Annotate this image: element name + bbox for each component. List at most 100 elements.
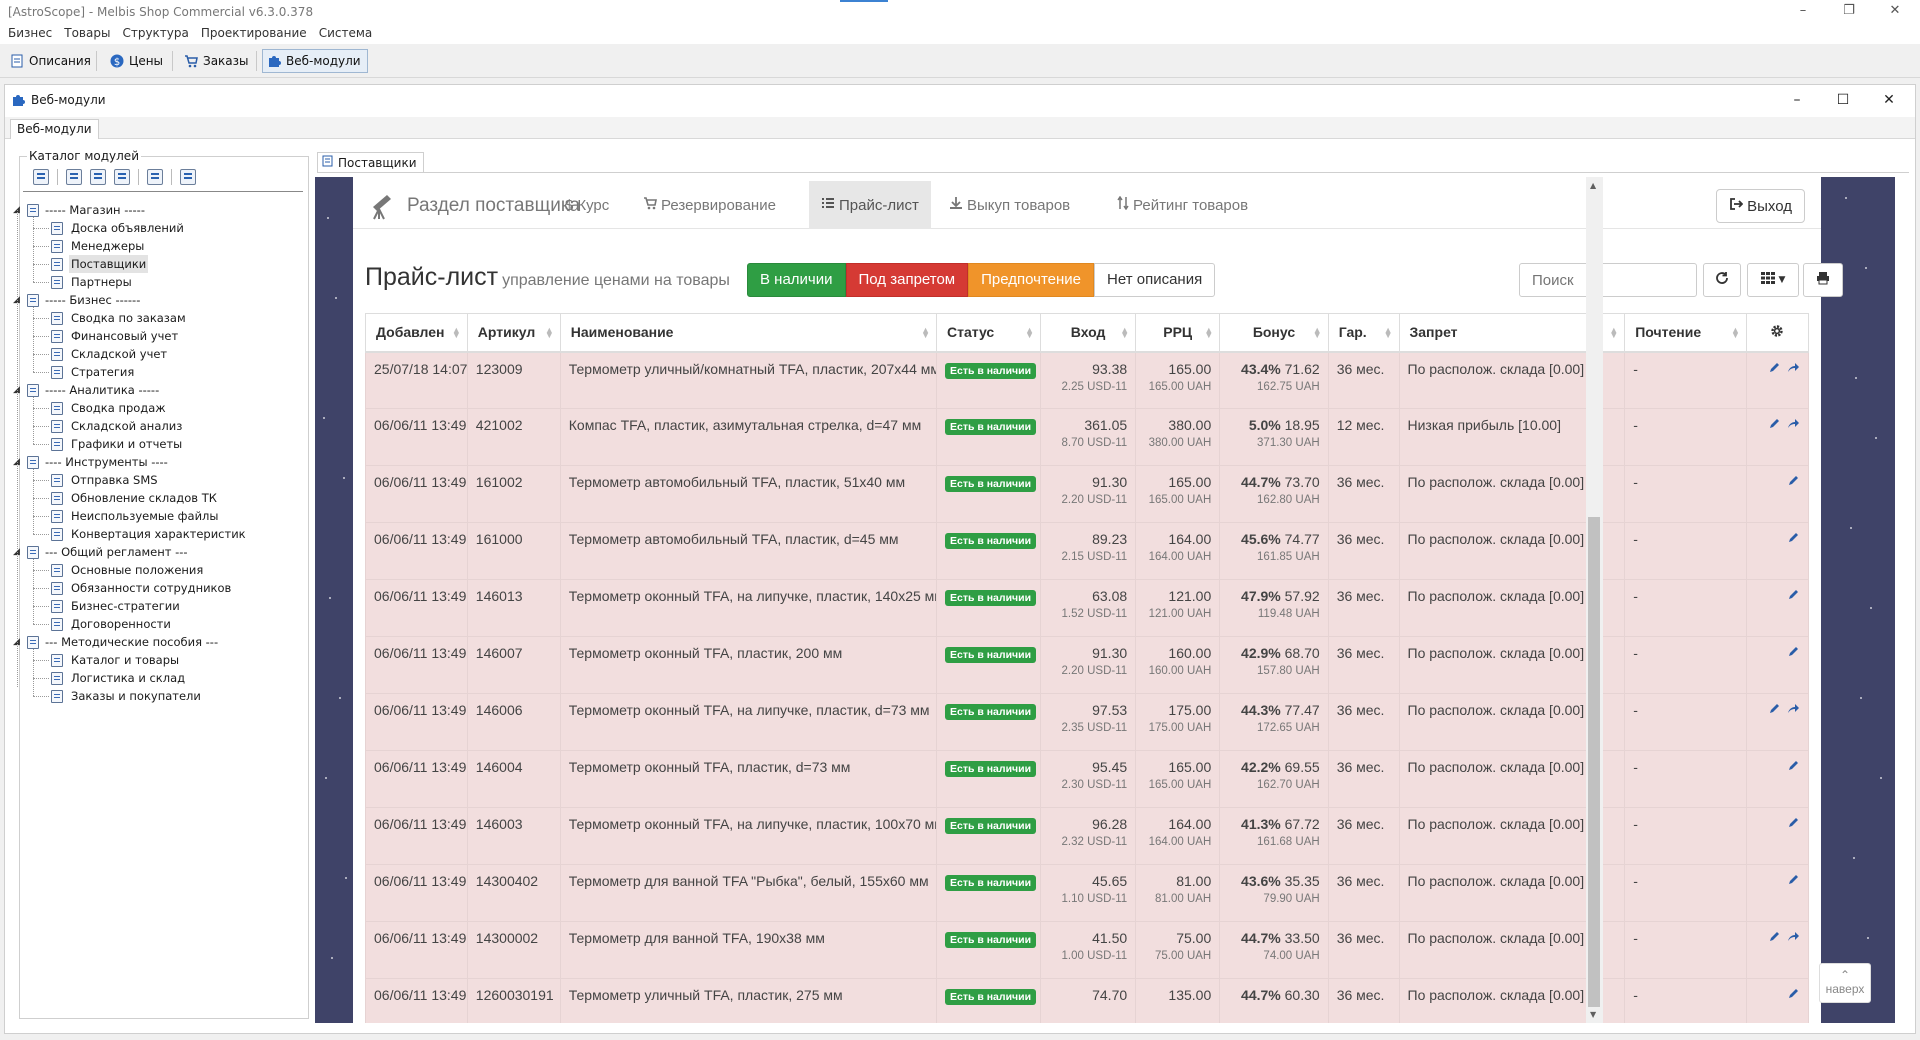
tree-item[interactable]: Логистика и склад — [13, 669, 293, 687]
columns-dropdown-button[interactable]: ▼ — [1747, 263, 1799, 297]
tree-group[interactable]: ◢ ----- Магазин ----- — [13, 201, 293, 219]
minimize-icon[interactable]: – — [1780, 0, 1826, 24]
nav-pricelist[interactable]: Прайс-лист — [809, 181, 931, 229]
tree-item[interactable]: Сводка продаж — [13, 399, 293, 417]
inner-close-icon[interactable]: ✕ — [1869, 89, 1909, 111]
filter-banned-button[interactable]: Под запретом — [845, 263, 969, 297]
toolbar-descriptions-button[interactable]: Описания — [6, 49, 97, 73]
tree-item[interactable]: Поставщики — [13, 255, 293, 273]
tree-item[interactable]: Сводка по заказам — [13, 309, 293, 327]
scroll-to-top-button[interactable]: ⌃ наверх — [1819, 963, 1871, 1003]
scrollbar-thumb[interactable] — [1588, 517, 1600, 1007]
restore-icon[interactable]: ❐ — [1826, 0, 1872, 24]
pencil-icon[interactable] — [1787, 873, 1800, 886]
module-icon — [51, 276, 63, 289]
tree-item[interactable]: Каталог и товары — [13, 651, 293, 669]
nav-rate[interactable]: $ Курс — [553, 181, 621, 229]
tree-item[interactable]: Обязанности сотрудников — [13, 579, 293, 597]
nav-reservation[interactable]: Резервирование — [631, 181, 788, 229]
tree-group[interactable]: ◢ --- Методические пособия --- — [13, 633, 293, 651]
tab-webmodules[interactable]: Веб-модули — [10, 119, 99, 139]
print-button[interactable] — [1803, 263, 1843, 297]
tree-item[interactable]: Основные положения — [13, 561, 293, 579]
column-header[interactable]: Наименование ▲ ▼ — [559, 313, 937, 353]
tree-item[interactable]: Обновление складов ТК — [13, 489, 293, 507]
edit-module-icon[interactable] — [114, 169, 130, 185]
pencil-icon[interactable] — [1787, 645, 1800, 658]
tree-item[interactable]: Отправка SMS — [13, 471, 293, 489]
star-decoration — [323, 417, 325, 419]
pencil-icon[interactable] — [1787, 759, 1800, 772]
close-icon[interactable]: ✕ — [1872, 0, 1918, 24]
add-child-icon[interactable] — [66, 169, 82, 185]
toolbar-webmodules-button[interactable]: Веб-модули — [262, 49, 368, 73]
tree-item[interactable]: Заказы и покупатели — [13, 687, 293, 705]
nav-buyout[interactable]: Выкуп товаров — [937, 181, 1082, 229]
column-header[interactable]: Гар. ▲ ▼ — [1327, 313, 1400, 353]
pencil-icon[interactable] — [1768, 417, 1781, 430]
pencil-icon[interactable] — [1768, 361, 1781, 374]
pencil-icon[interactable] — [1787, 987, 1800, 1000]
share-icon[interactable] — [1787, 417, 1800, 430]
pencil-icon[interactable] — [1768, 930, 1781, 943]
scroll-down-icon[interactable]: ▼ — [1590, 1010, 1596, 1019]
properties-icon[interactable] — [180, 169, 196, 185]
tree-item[interactable]: Складской учет — [13, 345, 293, 363]
menu-goods[interactable]: Товары — [64, 24, 110, 42]
tree-group[interactable]: ◢ ---- Инструменты ---- — [13, 453, 293, 471]
tree-item[interactable]: Стратегия — [13, 363, 293, 381]
settings-column-header[interactable] — [1745, 313, 1810, 353]
pencil-icon[interactable] — [1787, 816, 1800, 829]
delete-module-icon[interactable] — [147, 169, 163, 185]
share-icon[interactable] — [1787, 930, 1800, 943]
column-header[interactable]: Статус ▲ ▼ — [935, 313, 1042, 353]
filter-in-stock-button[interactable]: В наличии — [747, 263, 846, 297]
copy-module-icon[interactable] — [90, 169, 106, 185]
pencil-icon[interactable] — [1787, 474, 1800, 487]
tab-suppliers[interactable]: Поставщики — [317, 152, 424, 172]
column-header[interactable]: РРЦ ▲ ▼ — [1135, 313, 1221, 353]
nav-rating[interactable]: Рейтинг товаров — [1105, 181, 1260, 229]
menu-structure[interactable]: Структура — [122, 24, 188, 42]
pencil-icon[interactable] — [1787, 531, 1800, 544]
inner-minimize-icon[interactable]: – — [1777, 89, 1817, 111]
pencil-icon[interactable] — [1768, 702, 1781, 715]
share-icon[interactable] — [1787, 361, 1800, 374]
menu-design[interactable]: Проектирование — [201, 24, 307, 42]
exit-button[interactable]: Выход — [1716, 189, 1805, 223]
logout-icon — [1729, 197, 1744, 215]
toolbar-orders-button[interactable]: Заказы — [180, 49, 255, 73]
filter-no-description-button[interactable]: Нет описания — [1094, 263, 1216, 297]
menu-business[interactable]: Бизнес — [8, 24, 52, 42]
toolbar-prices-button[interactable]: $ Цены — [106, 49, 169, 73]
column-header[interactable]: Бонус ▲ ▼ — [1219, 313, 1329, 353]
tree-group[interactable]: ◢ ----- Аналитика ----- — [13, 381, 293, 399]
tree-item[interactable]: Доска объявлений — [13, 219, 293, 237]
scroll-up-icon[interactable]: ▲ — [1590, 181, 1596, 190]
search-input[interactable] — [1519, 263, 1697, 297]
add-module-icon[interactable] — [33, 169, 49, 185]
filter-preference-button[interactable]: Предпочтение — [968, 263, 1095, 297]
column-header[interactable]: Добавлен ▲ ▼ — [365, 313, 468, 353]
web-scrollbar[interactable]: ▲ ▼ — [1586, 177, 1603, 1023]
tree-item[interactable]: Менеджеры — [13, 237, 293, 255]
tree-item[interactable]: Партнеры — [13, 273, 293, 291]
tree-item[interactable]: Финансовый учет — [13, 327, 293, 345]
tree-item[interactable]: Графики и отчеты — [13, 435, 293, 453]
tree-item[interactable]: Договоренности — [13, 615, 293, 633]
column-header[interactable]: Почтение ▲ ▼ — [1624, 313, 1747, 353]
tree-item[interactable]: Складской анализ — [13, 417, 293, 435]
tree-group[interactable]: ◢ ----- Бизнес ------ — [13, 291, 293, 309]
grid-icon — [1760, 272, 1775, 288]
tree-item[interactable]: Конвертация характеристик — [13, 525, 293, 543]
column-header[interactable]: Артикул ▲ ▼ — [466, 313, 561, 353]
inner-maximize-icon[interactable]: ☐ — [1823, 89, 1863, 111]
pencil-icon[interactable] — [1787, 588, 1800, 601]
column-header[interactable]: Вход ▲ ▼ — [1039, 313, 1137, 353]
share-icon[interactable] — [1787, 702, 1800, 715]
tree-group[interactable]: ◢ --- Общий регламент --- — [13, 543, 293, 561]
tree-item[interactable]: Бизнес-стратегии — [13, 597, 293, 615]
tree-item[interactable]: Неиспользуемые файлы — [13, 507, 293, 525]
menu-system[interactable]: Система — [319, 24, 373, 42]
refresh-button[interactable] — [1703, 263, 1741, 297]
